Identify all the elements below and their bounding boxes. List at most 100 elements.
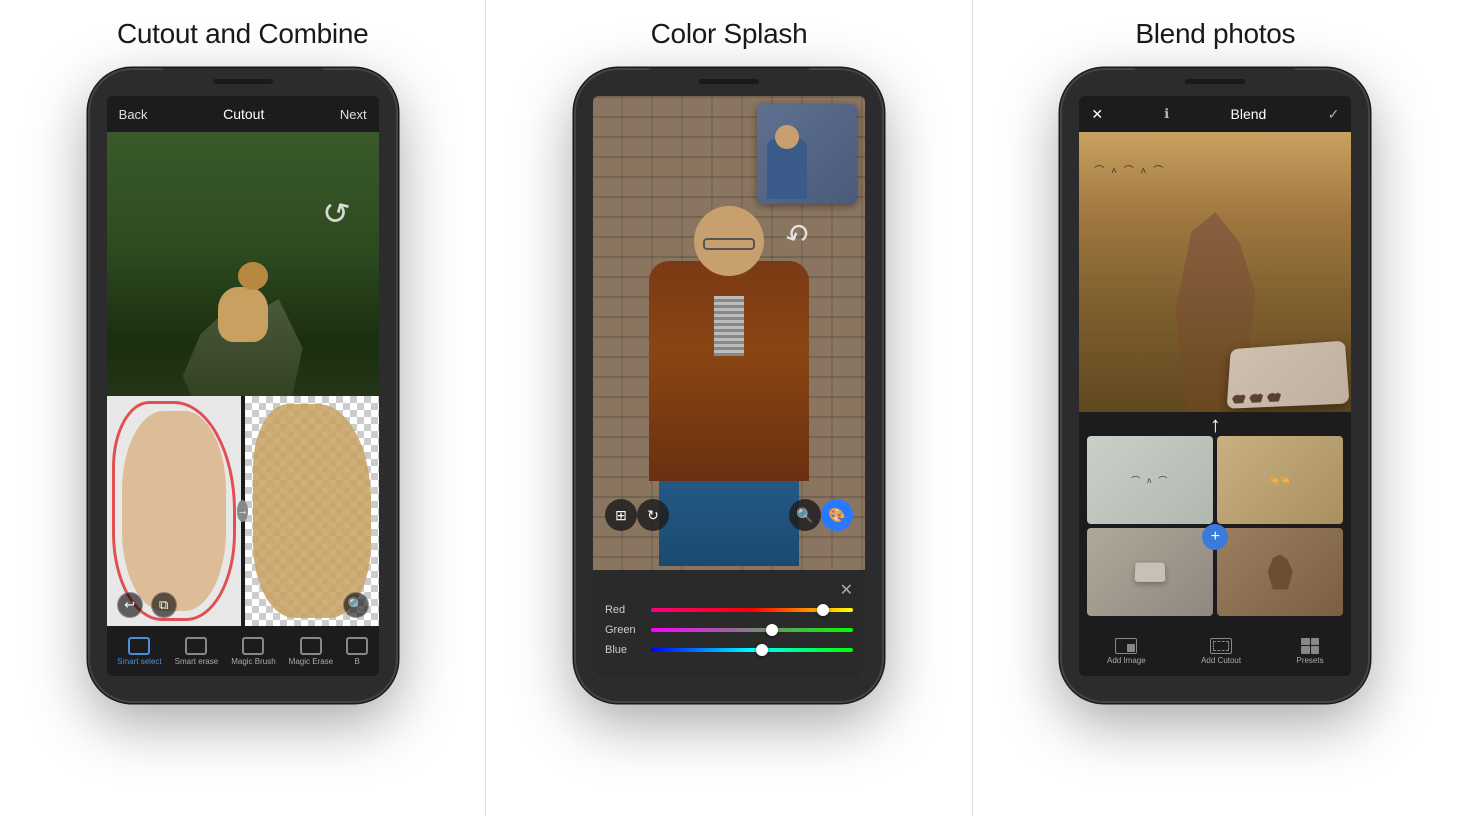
- smart-erase-icon: [185, 637, 207, 655]
- tool-magic-brush[interactable]: Magic Brush: [231, 637, 275, 666]
- red-slider-thumb[interactable]: [817, 604, 829, 616]
- zoom-button[interactable]: 🔍: [343, 592, 369, 618]
- layer-icon: ⧉: [159, 597, 168, 613]
- cutout-topbar: Back Cutout Next: [107, 96, 379, 132]
- cutout-arrow: ↺: [317, 191, 353, 235]
- thumb-rock-bg: [1217, 528, 1343, 616]
- add-cutout-icon-dash: [1213, 641, 1229, 651]
- tool-smart-select[interactable]: Smart select: [117, 637, 161, 666]
- add-cutout-icon: [1210, 638, 1232, 654]
- smart-select-label: Smart select: [117, 657, 161, 666]
- cutout-title: Cutout: [223, 106, 264, 122]
- presets-icon: [1301, 638, 1319, 654]
- zoom-icon: 🔍: [348, 597, 364, 613]
- man-glasses: [703, 238, 755, 250]
- blue-label: Blue: [605, 644, 643, 656]
- blend-close-button[interactable]: ✕: [1091, 106, 1103, 123]
- thumb-rock[interactable]: [1217, 528, 1343, 616]
- inset-head: [775, 125, 799, 149]
- phone-notch-1: [163, 68, 323, 90]
- lion-on-cliff: [213, 262, 273, 342]
- blend-up-arrow: ↑: [1210, 412, 1221, 438]
- lion-inner: [122, 411, 226, 611]
- green-slider-track[interactable]: [651, 628, 853, 632]
- green-slider-thumb[interactable]: [766, 624, 778, 636]
- magic-erase-icon: [300, 637, 322, 655]
- cutout-ctrl-right: 🔍: [343, 592, 369, 618]
- preset-sq-1: [1301, 638, 1310, 646]
- rotate-icon: ↻: [647, 507, 659, 524]
- cutout-main-image: ↺: [107, 132, 379, 432]
- phone-speaker-1: [213, 79, 273, 84]
- blend-topbar: ✕ ℹ Blend ✓: [1079, 96, 1351, 132]
- section-blend: Blend photos ✕ ℹ Blend ✓ ⌒ ˄ ⌒ ˄ ⌒: [973, 0, 1458, 816]
- tool-b[interactable]: B: [346, 637, 368, 666]
- magic-brush-label: Magic Brush: [231, 657, 275, 666]
- search-button[interactable]: 🔍: [789, 499, 821, 531]
- cutout-back-button[interactable]: Back: [119, 107, 148, 122]
- grid-view-button[interactable]: ⊞: [605, 499, 637, 531]
- undo-button[interactable]: ↩: [117, 592, 143, 618]
- blend-tool-add-cutout[interactable]: Add Cutout: [1201, 638, 1241, 665]
- phone-blend: ✕ ℹ Blend ✓ ⌒ ˄ ⌒ ˄ ⌒: [1060, 68, 1370, 703]
- tool-magic-erase[interactable]: Magic Erase: [289, 637, 333, 666]
- close-panel-button[interactable]: ✕: [840, 580, 853, 600]
- lion-cutout: [253, 404, 371, 618]
- phone-on-table: [1227, 341, 1350, 409]
- thumb-camels-bg: 🐪🐪: [1217, 436, 1343, 524]
- grid-icon: ⊞: [615, 507, 627, 524]
- man-jacket: [649, 261, 809, 481]
- blue-slider-track[interactable]: [651, 648, 853, 652]
- thumb-birds[interactable]: ⌒ ˄ ⌒: [1087, 436, 1213, 524]
- phone-screen-color-splash: ↺ ⊞ ↻ 🔍 🎨: [593, 96, 865, 676]
- thumb-birds-icons: ⌒ ˄ ⌒: [1131, 474, 1169, 487]
- rotate-button[interactable]: ↻: [637, 499, 669, 531]
- panel-divider: →: [241, 396, 245, 626]
- section-title-color-splash: Color Splash: [651, 18, 808, 50]
- thumb-rock-shape: [1268, 555, 1293, 590]
- layer-button[interactable]: ⧉: [151, 592, 177, 618]
- color-splash-icon-row: ⊞ ↻ 🔍 🎨: [593, 499, 865, 531]
- blue-slider-row: Blue: [605, 644, 853, 656]
- cutout-next-button[interactable]: Next: [340, 107, 367, 122]
- blend-toolbar: Add Image Add Cutout Presets: [1079, 626, 1351, 676]
- blend-info-button[interactable]: ℹ: [1164, 106, 1169, 122]
- presets-label: Presets: [1296, 656, 1323, 665]
- thumb-camels[interactable]: 🐪🐪: [1217, 436, 1343, 524]
- preset-sq-4: [1311, 646, 1320, 654]
- blend-main-image: ⌒ ˄ ⌒ ˄ ⌒: [1079, 132, 1351, 412]
- thumb-birds-bg: ⌒ ˄ ⌒: [1087, 436, 1213, 524]
- red-label: Red: [605, 604, 643, 616]
- search-icon: 🔍: [796, 507, 813, 524]
- lion-head: [238, 262, 268, 290]
- thumb-phone-bg: [1087, 528, 1213, 616]
- add-blend-button[interactable]: +: [1202, 524, 1228, 550]
- blend-tool-add-image[interactable]: Add Image: [1107, 638, 1146, 665]
- thumb-camels-icons: 🐪🐪: [1269, 476, 1291, 485]
- blend-tool-presets[interactable]: Presets: [1296, 638, 1323, 665]
- thumb-phone-shape: [1135, 563, 1166, 582]
- section-cutout: Cutout and Combine Back Cutout Next ↺: [0, 0, 485, 816]
- camel-2: [1249, 392, 1263, 402]
- add-image-icon: [1115, 638, 1137, 654]
- paint-button[interactable]: 🎨: [821, 499, 853, 531]
- green-slider-row: Green: [605, 624, 853, 636]
- phone-speaker-3: [1185, 79, 1245, 84]
- magic-brush-icon: [242, 637, 264, 655]
- camel-1: [1232, 393, 1246, 403]
- red-slider-track[interactable]: [651, 608, 853, 612]
- paint-icon: 🎨: [828, 507, 845, 524]
- close-row: ✕: [605, 580, 853, 600]
- green-label: Green: [605, 624, 643, 636]
- red-slider-row: Red: [605, 604, 853, 616]
- section-title-blend: Blend photos: [1135, 18, 1295, 50]
- color-splash-inset-photo: [757, 104, 857, 204]
- tool-smart-erase[interactable]: Smart erase: [175, 637, 219, 666]
- thumb-phone[interactable]: [1087, 528, 1213, 616]
- undo-icon: ↩: [124, 597, 135, 613]
- blend-check-button[interactable]: ✓: [1328, 106, 1340, 123]
- phone-notch-3: [1135, 68, 1295, 90]
- lion-body: [218, 287, 268, 342]
- blue-slider-thumb[interactable]: [756, 644, 768, 656]
- smart-select-icon: [128, 637, 150, 655]
